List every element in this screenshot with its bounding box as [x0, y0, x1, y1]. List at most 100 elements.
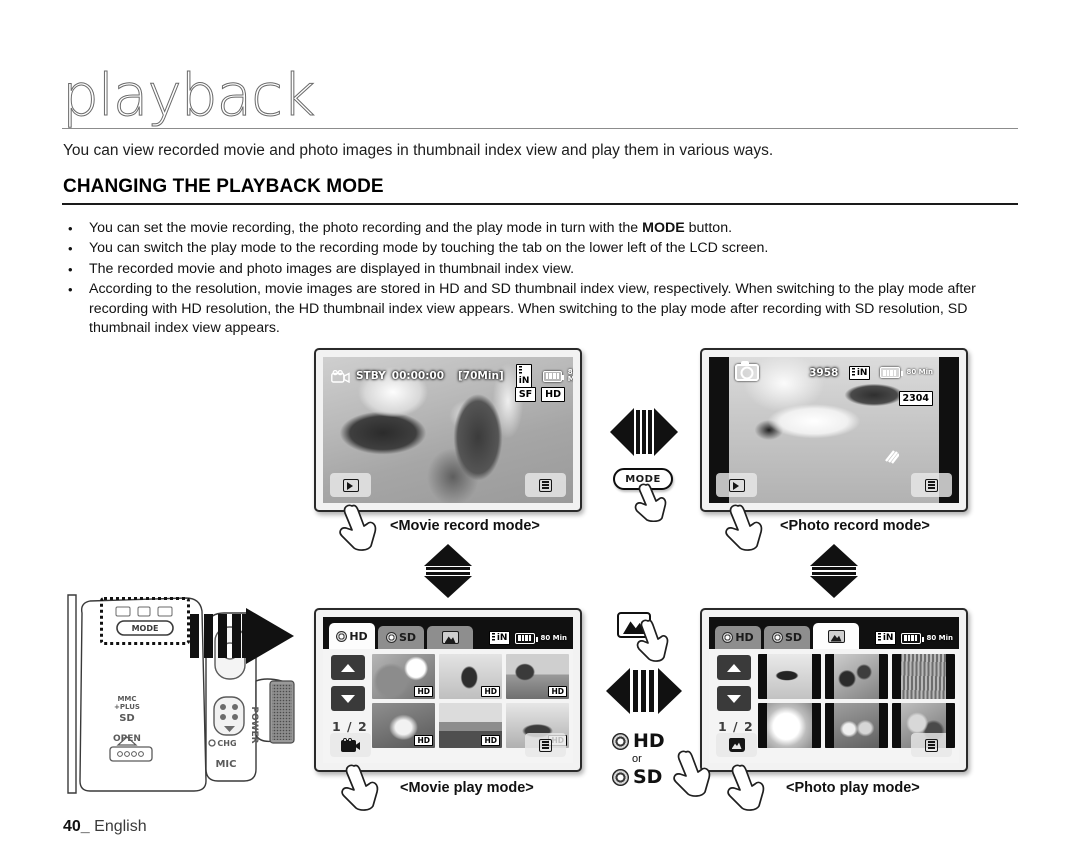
index-tab-bar: HD SD iN 80 Min [709, 617, 959, 649]
thumbnail-item[interactable]: HD [506, 654, 569, 699]
nav-column [717, 655, 751, 717]
thumbnail-item[interactable] [758, 654, 821, 699]
record-mode-tab-button[interactable] [330, 733, 371, 757]
thumbnail-item[interactable] [825, 703, 888, 748]
legend-sd-label: SD [633, 766, 663, 788]
remaining-time: [70Min] [458, 370, 504, 382]
bullet-marker: • [68, 261, 73, 277]
scroll-down-button[interactable] [717, 686, 751, 711]
hd-badge: HD [414, 734, 433, 746]
disc-icon [771, 632, 783, 643]
bullet-marker: • [68, 241, 73, 257]
thumbnail-item[interactable]: HD [439, 654, 502, 699]
disc-icon [612, 732, 629, 750]
menu-button[interactable] [525, 733, 566, 757]
tab-sd[interactable]: SD [764, 626, 810, 649]
mode-button-callout[interactable]: MODE [613, 468, 673, 490]
scroll-up-button[interactable] [331, 655, 365, 680]
osd-second-row: SF HD [514, 387, 565, 402]
footer-language: English [94, 818, 147, 835]
caption-photo-record: <Photo record mode> [780, 518, 930, 534]
mode-button-highlight [100, 597, 190, 645]
menu-icon [539, 738, 552, 752]
tab-hd[interactable]: HD [329, 623, 375, 649]
chevron-down-icon [341, 694, 355, 703]
lcd-movie-record-mode: STBY 00:00:00 [70Min] iN 80 Min SF HD [314, 348, 582, 512]
photo-tab-icon [441, 631, 459, 644]
scroll-down-button[interactable] [331, 686, 365, 711]
play-tab-icon [728, 478, 745, 492]
svg-text:SD: SD [119, 713, 135, 724]
legend-or-label: or [632, 753, 642, 765]
index-tab-bar: HD SD iN 80 Min [323, 617, 573, 649]
arrow-vertical-double [416, 542, 480, 600]
bullet-text: The recorded movie and photo images are … [89, 260, 575, 277]
tab-photo[interactable] [427, 626, 473, 649]
arrow-horizontal-double [604, 660, 682, 724]
thumbnail-item[interactable] [892, 654, 955, 699]
storage-icon: iN [489, 631, 511, 645]
lcd-photo-play-mode: HD SD iN 80 Min 1 / 2 [700, 608, 968, 772]
battery-remaining: 80 Min [540, 633, 567, 642]
thumbnail-item[interactable] [758, 703, 821, 748]
bullet-text-post: button. [684, 220, 733, 236]
svg-text:+PLUS: +PLUS [114, 703, 140, 711]
storage-icon: iN [849, 365, 871, 380]
battery-icon [880, 367, 903, 378]
anti-shake-icon [883, 449, 900, 465]
disc-icon [385, 632, 397, 643]
chevron-down-icon [727, 694, 741, 703]
disc-icon [336, 630, 348, 642]
disc-icon [722, 632, 734, 643]
menu-button[interactable] [525, 473, 566, 497]
osd-top-row: STBY 00:00:00 [70Min] iN 80 Min [331, 364, 573, 388]
bullet-text-bold: MODE [642, 220, 685, 236]
menu-icon [925, 478, 938, 492]
arrow-right-large [190, 600, 300, 672]
section-heading: CHANGING THE PLAYBACK MODE [63, 176, 384, 197]
hd-badge: HD [481, 685, 500, 697]
chevron-up-icon [727, 663, 741, 672]
movie-record-icon [331, 369, 350, 383]
page-title: playback [62, 61, 317, 129]
photo-tab-icon [827, 629, 845, 643]
storage-icon: iN [515, 364, 533, 388]
svg-text:MMC: MMC [117, 695, 136, 703]
caption-movie-record: <Movie record mode> [390, 518, 540, 534]
battery-icon [901, 632, 924, 644]
list-item: • You can set the movie recording, the p… [63, 219, 1019, 238]
tab-sd[interactable]: SD [378, 626, 424, 649]
thumbnail-item[interactable] [825, 654, 888, 699]
index-status-group: iN 80 Min [489, 631, 567, 649]
osd-second-row: 2304 [898, 391, 933, 406]
hd-sd-legend: HD or SD [612, 730, 696, 788]
record-mode-tab-button[interactable] [716, 733, 757, 757]
quality-badge: SF [514, 387, 537, 402]
thumbnail-item[interactable]: HD [439, 703, 502, 748]
section-divider [62, 203, 1018, 205]
tab-photo[interactable] [813, 623, 859, 649]
battery-remaining: 80 Min [567, 368, 573, 383]
thumbnail-item[interactable]: HD [372, 654, 435, 699]
thumbnail-item[interactable]: HD [372, 703, 435, 748]
bullet-list: • You can set the movie recording, the p… [63, 219, 1019, 339]
tab-hd-label: HD [349, 629, 368, 643]
play-mode-tab-button[interactable] [330, 473, 371, 497]
svg-text:OPEN: OPEN [113, 734, 141, 744]
hd-badge: HD [548, 685, 567, 697]
menu-button[interactable] [911, 473, 952, 497]
lcd-movie-play-mode: HD SD iN 80 Min 1 / 2 HD HD HD HD HD [314, 608, 582, 772]
play-mode-tab-button[interactable] [716, 473, 757, 497]
title-divider [62, 128, 1018, 129]
photo-record-icon [735, 361, 759, 381]
tab-hd[interactable]: HD [715, 626, 761, 649]
scroll-up-button[interactable] [717, 655, 751, 680]
arrow-horizontal-double [608, 400, 678, 464]
legend-hd-label: HD [633, 730, 665, 752]
list-item: • You can switch the play mode to the re… [63, 239, 1019, 258]
play-tab-icon [342, 478, 359, 492]
lcd-photo-record-mode: 3958 iN 80 Min 2304 [700, 348, 968, 512]
bullet-text: You can switch the play mode to the reco… [89, 240, 769, 257]
photo-count: 3958 [809, 366, 839, 379]
legend-hd: HD [612, 730, 696, 752]
